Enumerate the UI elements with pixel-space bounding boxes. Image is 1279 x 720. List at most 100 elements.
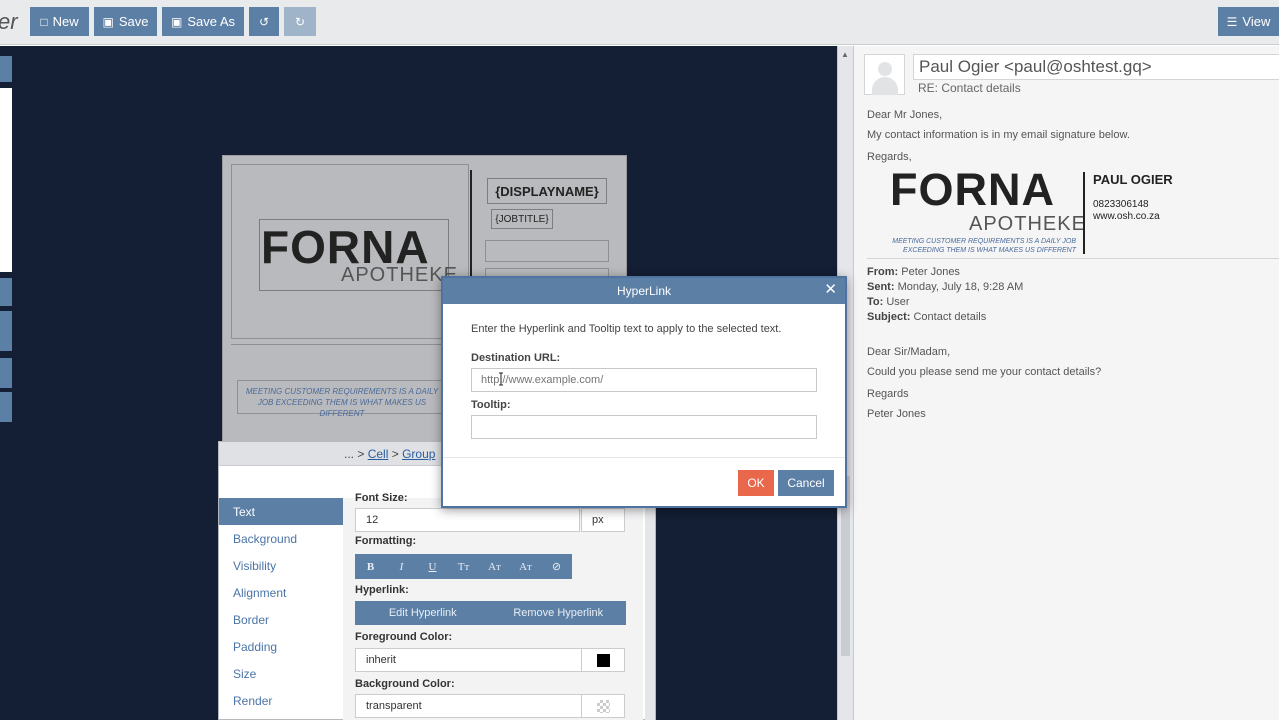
dialog-header[interactable]: HyperLink ✕ <box>443 278 845 304</box>
edit-hyperlink-button[interactable]: Edit Hyperlink <box>355 601 491 625</box>
underline-button[interactable]: U <box>417 561 448 573</box>
template-tagline[interactable]: MEETING CUSTOMER REQUIREMENTS IS A DAILY… <box>237 380 447 418</box>
new-button[interactable]: □ New <box>30 7 89 36</box>
cancel-button[interactable]: Cancel <box>778 470 834 496</box>
breadcrumb-prefix: ... > <box>344 446 365 461</box>
save-button[interactable]: ▣ Save <box>94 7 157 36</box>
tooltip-input[interactable] <box>471 415 817 439</box>
formatting-toolbar: B I U Tт Aт Aт ⊘ <box>355 554 572 579</box>
font-size-input[interactable]: 12 <box>355 508 580 532</box>
view-label: View <box>1242 14 1271 29</box>
job-title-cell[interactable]: {JOBTITLE} <box>491 209 553 229</box>
side-item-border[interactable]: Border <box>219 606 343 633</box>
breadcrumb-cell-link[interactable]: Cell <box>368 447 389 461</box>
avatar-icon <box>878 62 892 76</box>
left-tab-4[interactable] <box>0 358 12 388</box>
email-regards-2: Regards <box>867 388 909 400</box>
subscript-button[interactable]: Aт <box>510 561 541 573</box>
avatar-icon-body <box>872 77 898 95</box>
side-item-padding[interactable]: Padding <box>219 633 343 660</box>
redo-icon: ↻ <box>294 14 306 29</box>
email-separator <box>867 258 1279 259</box>
side-item-alignment[interactable]: Alignment <box>219 579 343 606</box>
background-color-input[interactable]: transparent <box>355 694 582 718</box>
email-preview: Paul Ogier <paul@oshtest.gq> RE: Contact… <box>853 46 1279 720</box>
italic-button[interactable]: I <box>386 561 417 573</box>
meta-from: From: Peter Jones <box>867 266 960 278</box>
left-tab-5[interactable] <box>0 392 12 422</box>
file-icon: □ <box>40 14 48 29</box>
display-name-cell[interactable]: {DISPLAYNAME} <box>487 178 607 204</box>
breadcrumb-sep: > <box>391 446 399 461</box>
signature-logo: FORNA <box>890 164 1055 215</box>
tooltip-label: Tooltip: <box>471 399 511 411</box>
email-signoff: Peter Jones <box>867 408 926 420</box>
redo-button[interactable]: ↻ <box>284 7 316 36</box>
email-from: Paul Ogier <paul@oshtest.gq> <box>913 54 1279 80</box>
properties-sidebar: Text Background Visibility Alignment Bor… <box>219 498 343 714</box>
properties-content: Font Size: 12 px Formatting: B I U Tт Aт… <box>343 492 643 720</box>
view-icon: ☰ <box>1226 14 1238 29</box>
bold-button[interactable]: B <box>355 561 386 573</box>
text-case-button[interactable]: Tт <box>448 561 479 573</box>
dialog-separator <box>443 457 845 458</box>
close-icon[interactable]: ✕ <box>824 282 837 298</box>
hyperlink-label: Hyperlink: <box>355 584 409 596</box>
remove-hyperlink-button[interactable]: Remove Hyperlink <box>491 601 627 625</box>
meta-sent: Sent: Monday, July 18, 9:28 AM <box>867 281 1024 293</box>
app-brand: er <box>0 9 18 34</box>
email-greeting: Dear Mr Jones, <box>867 109 943 121</box>
save-as-icon: ▣ <box>170 14 183 29</box>
ok-button[interactable]: OK <box>738 470 774 496</box>
hyperlink-dialog: HyperLink ✕ Enter the Hyperlink and Tool… <box>441 276 847 508</box>
signature-phone: 0823306148 <box>1093 199 1149 210</box>
text-cursor-icon <box>499 372 503 386</box>
breadcrumb-group-link[interactable]: Group <box>402 447 435 461</box>
properties-scrollbar[interactable] <box>645 498 655 720</box>
background-color-swatch[interactable] <box>581 694 625 718</box>
save-as-label: Save As <box>187 14 236 29</box>
link-icon[interactable]: ⊘ <box>541 560 572 573</box>
signature-name: PAUL OGIER <box>1093 172 1173 187</box>
foreground-color-input[interactable]: inherit <box>355 648 582 672</box>
email-body: My contact information is in my email si… <box>867 129 1130 141</box>
side-item-text[interactable]: Text <box>219 498 343 525</box>
left-tab-1[interactable] <box>0 56 12 82</box>
foreground-color-swatch[interactable] <box>581 648 625 672</box>
foreground-color-label: Foreground Color: <box>355 631 453 643</box>
left-panel-edge <box>0 88 12 272</box>
save-label: Save <box>118 14 149 29</box>
left-tab-2[interactable] <box>0 278 12 306</box>
email-subject: RE: Contact details <box>918 81 1021 95</box>
signature-divider <box>1083 172 1085 254</box>
side-item-visibility[interactable]: Visibility <box>219 552 343 579</box>
email-request: Could you please send me your contact de… <box>867 366 1102 378</box>
signature-tagline: MEETING CUSTOMER REQUIREMENTS IS A DAILY… <box>892 238 1076 254</box>
dialog-instructions: Enter the Hyperlink and Tooltip text to … <box>471 323 782 335</box>
destination-url-input[interactable] <box>471 368 817 392</box>
hyperlink-toolbar: Edit Hyperlink Remove Hyperlink <box>355 601 626 625</box>
meta-to: To: User <box>867 296 910 308</box>
undo-icon: ↺ <box>258 14 270 29</box>
save-as-button[interactable]: ▣ Save As <box>162 7 244 36</box>
avatar <box>864 54 905 95</box>
formatting-label: Formatting: <box>355 535 417 547</box>
font-size-label: Font Size: <box>355 492 408 504</box>
signature-website: www.osh.co.za <box>1093 211 1160 222</box>
left-tab-3[interactable] <box>0 311 12 351</box>
view-button[interactable]: ☰ View <box>1218 7 1279 36</box>
font-unit-select[interactable]: px <box>581 508 625 532</box>
side-item-render[interactable]: Render <box>219 687 343 714</box>
superscript-button[interactable]: Aт <box>479 561 510 573</box>
swatch-fill <box>597 700 610 713</box>
undo-button[interactable]: ↺ <box>249 7 279 36</box>
swatch-fill <box>597 654 610 667</box>
dialog-title: HyperLink <box>616 284 672 298</box>
side-item-size[interactable]: Size <box>219 660 343 687</box>
template-slot[interactable] <box>485 240 609 262</box>
background-color-label: Background Color: <box>355 678 455 690</box>
new-label: New <box>52 14 79 29</box>
save-icon: ▣ <box>102 14 114 29</box>
side-item-background[interactable]: Background <box>219 525 343 552</box>
scroll-up-icon[interactable]: ▲ <box>841 50 849 59</box>
